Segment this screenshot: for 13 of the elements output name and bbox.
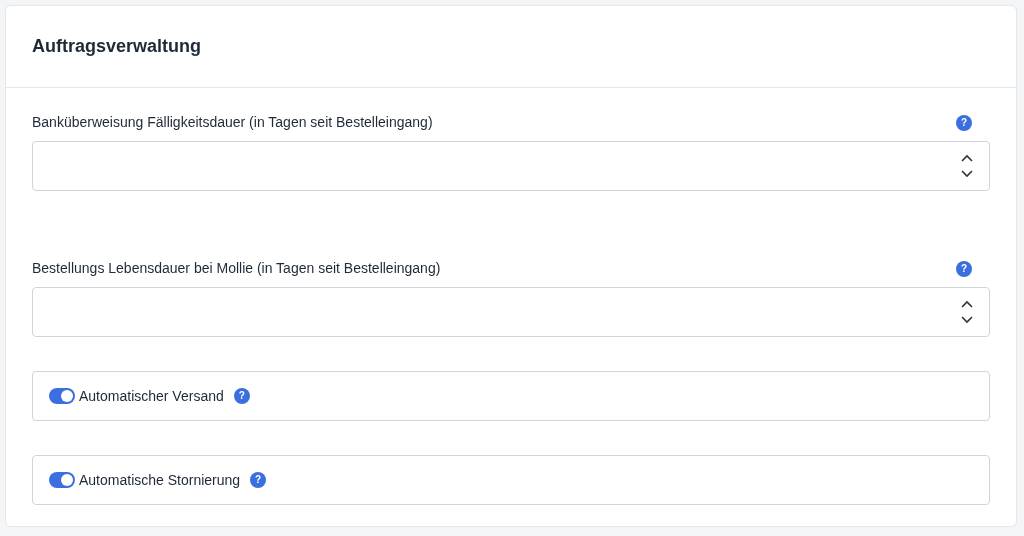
toggle-switch[interactable]: [49, 472, 75, 488]
toggle-label: Automatische Stornierung: [79, 470, 241, 490]
field-label: Banküberweisung Fälligkeitsdauer (in Tagen seit Bestelleingang): [32, 113, 433, 132]
toggle-label: Automatischer Versand: [79, 386, 224, 406]
card-title: Auftragsverwaltung: [32, 35, 202, 58]
help-icon[interactable]: ?: [250, 472, 267, 488]
number-input[interactable]: [32, 287, 990, 337]
help-icon[interactable]: ?: [956, 260, 972, 277]
toggle-switch[interactable]: [49, 388, 75, 404]
field-label: Bestellungs Lebensdauer bei Mollie (in Tagen seit Bestelleingang): [32, 259, 441, 278]
help-icon[interactable]: ?: [233, 388, 250, 404]
help-icon[interactable]: ?: [956, 114, 972, 131]
number-input[interactable]: [32, 141, 990, 191]
